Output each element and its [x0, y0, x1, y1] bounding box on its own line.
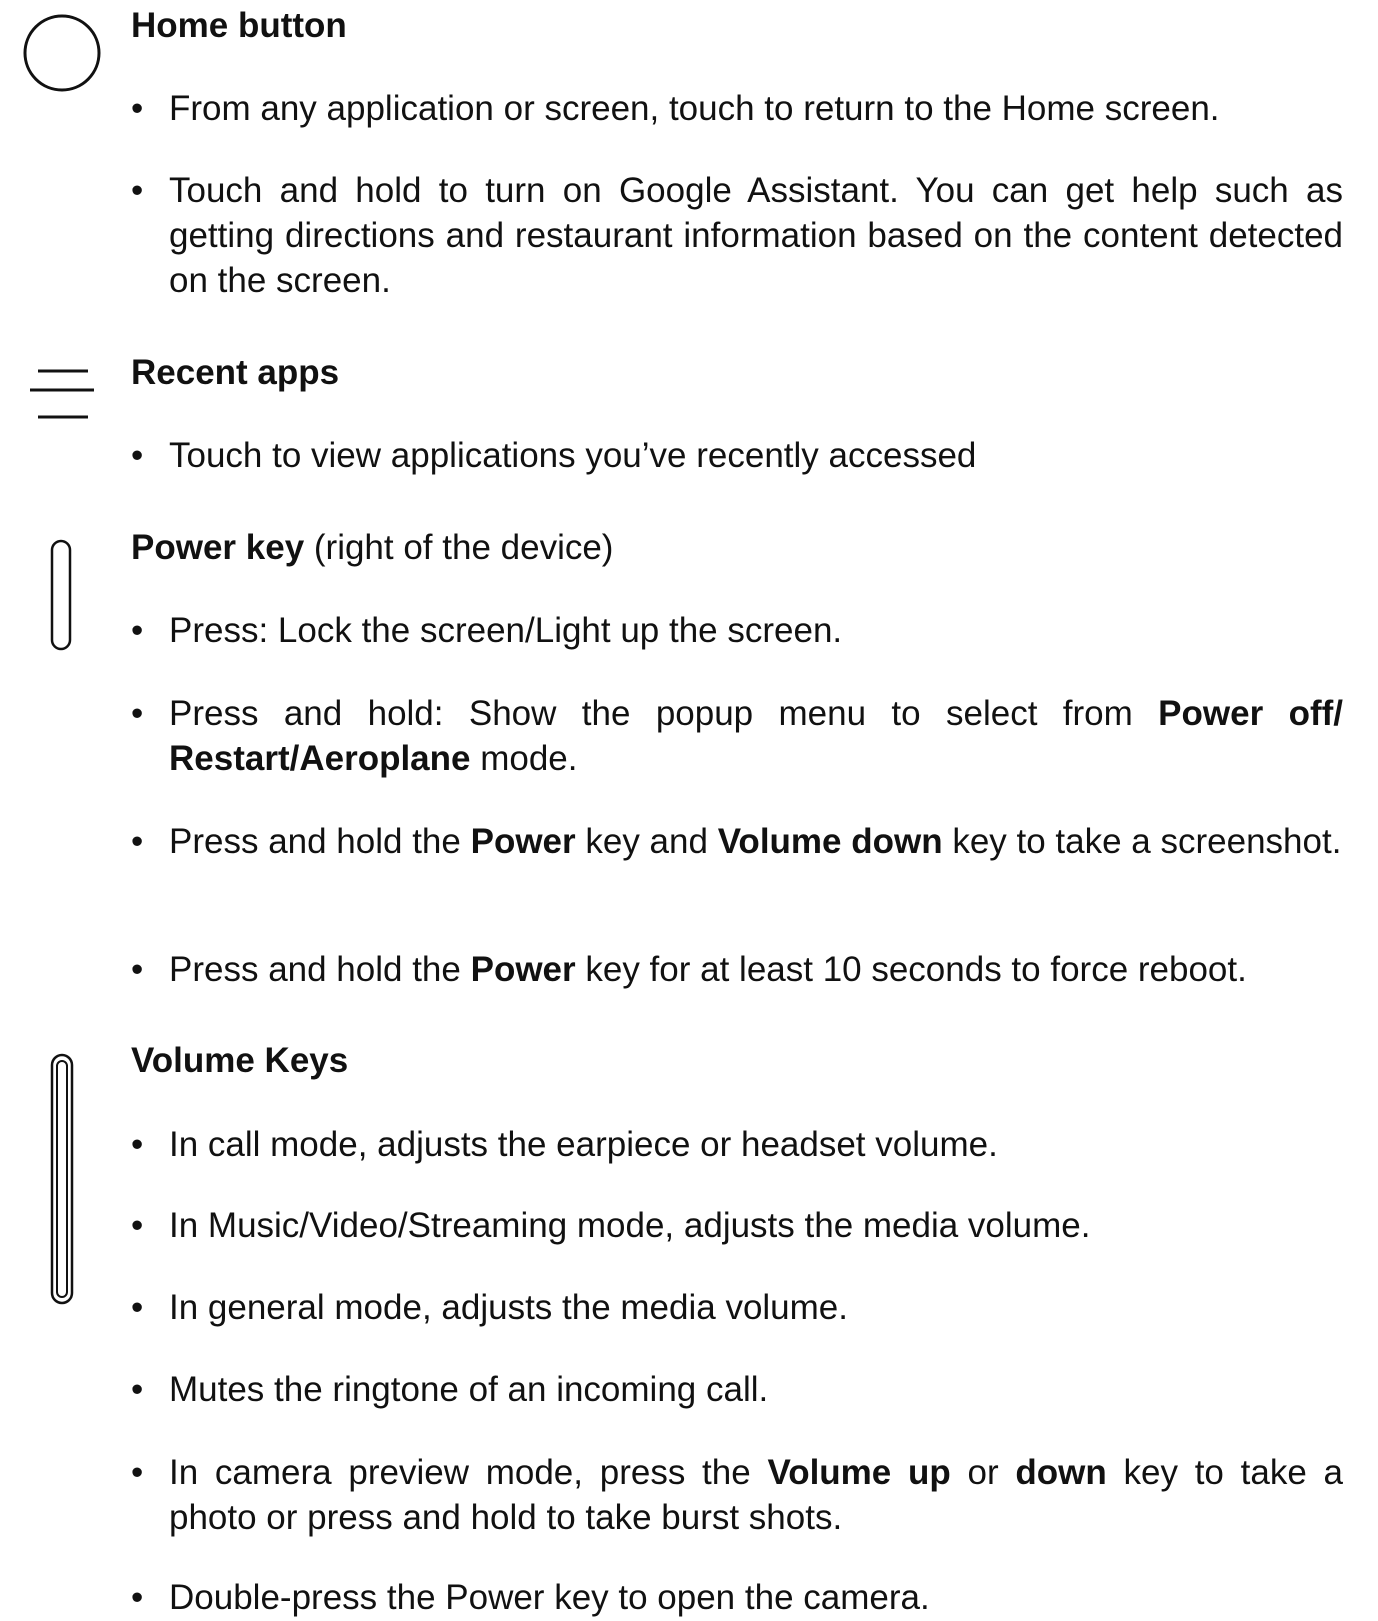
bullet-dot: •	[131, 89, 144, 128]
bullet-text: Mutes the ringtone of an incoming call.	[169, 1370, 769, 1409]
bullet-dot: •	[131, 1453, 144, 1492]
list-item: • In Music/Video/Streaming mode, adjusts…	[131, 1203, 1343, 1248]
volume-keys-heading: Volume Keys	[131, 1041, 349, 1080]
list-item: • Press: Lock the screen/Light up the sc…	[131, 608, 1343, 653]
bullet-text: Touch to view applications you’ve recent…	[169, 436, 977, 475]
bullet-dot: •	[131, 436, 144, 475]
recent-apps-heading: Recent apps	[131, 353, 340, 392]
bullet-dot: •	[131, 1206, 144, 1245]
bullet-dot: •	[131, 694, 144, 733]
bullet-text: From any application or screen, touch to…	[169, 89, 1220, 128]
bullet-text: In call mode, adjusts the earpiece or he…	[169, 1125, 998, 1164]
list-item: • Press and hold the Power key and Volum…	[131, 819, 1343, 864]
bullet-dot: •	[131, 171, 144, 210]
bullet-text: In camera preview mode, press the Volume…	[169, 1453, 1343, 1537]
list-item: • From any application or screen, touch …	[131, 86, 1343, 131]
list-item: • Press and hold: Show the popup menu to…	[131, 691, 1343, 781]
bullet-text: Press and hold the Power key for at leas…	[169, 950, 1247, 989]
power-key-subtitle: (right of the device)	[304, 528, 614, 567]
home-button-heading: Home button	[131, 6, 347, 45]
bullet-text: Double-press the Power key to open the c…	[169, 1578, 930, 1617]
bullet-dot: •	[131, 1370, 144, 1409]
bullet-text: Press and hold: Show the popup menu to s…	[169, 694, 1343, 778]
list-item: • Touch to view applications you’ve rece…	[131, 433, 1343, 478]
bullet-text: Press and hold the Power key and Volume …	[169, 822, 1342, 861]
bullet-text: Press: Lock the screen/Light up the scre…	[169, 611, 843, 650]
bullet-dot: •	[131, 822, 144, 861]
bullet-dot: •	[131, 1125, 144, 1164]
bullet-dot: •	[131, 1578, 144, 1617]
list-item: • Touch and hold to turn on Google Assis…	[131, 168, 1343, 303]
list-item: • Press and hold the Power key for at le…	[131, 947, 1343, 992]
bullet-text: In general mode, adjusts the media volum…	[169, 1288, 848, 1327]
list-item: • Double-press the Power key to open the…	[131, 1575, 1343, 1620]
list-item: • In general mode, adjusts the media vol…	[131, 1285, 1343, 1330]
bullet-dot: •	[131, 611, 144, 650]
long-side-button-icon	[50, 1053, 74, 1305]
list-item: • In camera preview mode, press the Volu…	[131, 1450, 1343, 1540]
power-key-heading: Power key (right of the device)	[131, 528, 613, 568]
power-key-title: Power key	[131, 528, 305, 567]
three-lines-icon	[30, 369, 94, 419]
list-item: • In call mode, adjusts the earpiece or …	[131, 1122, 1343, 1167]
bullet-dot: •	[131, 950, 144, 989]
bullet-text: In Music/Video/Streaming mode, adjusts t…	[169, 1206, 1091, 1245]
circle-outline-icon	[23, 14, 101, 92]
list-item: • Mutes the ringtone of an incoming call…	[131, 1367, 1343, 1412]
side-button-icon	[50, 539, 72, 651]
bullet-text: Touch and hold to turn on Google Assista…	[169, 171, 1343, 300]
bullet-dot: •	[131, 1288, 144, 1327]
